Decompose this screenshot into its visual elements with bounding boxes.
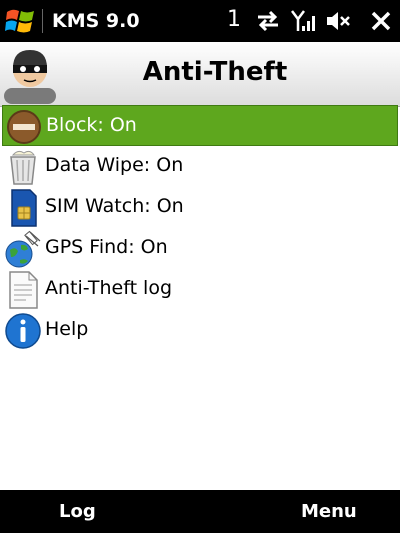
menu-item-gps-find[interactable]: GPS Find: On [0, 228, 400, 269]
menu-softkey[interactable]: Menu [301, 501, 357, 522]
status-bar: KMS 9.0 1 [0, 0, 400, 42]
app-title: KMS 9.0 [52, 10, 140, 32]
page-header: Anti-Theft [0, 42, 400, 107]
log-softkey[interactable]: Log [59, 501, 96, 522]
menu-item-sim-watch[interactable]: SIM Watch: On [0, 187, 400, 228]
menu-item-label: Help [45, 318, 89, 340]
trash-icon [10, 150, 36, 185]
menu-item-block[interactable]: Block: On [2, 105, 398, 146]
block-icon [7, 110, 41, 144]
menu-item-label: SIM Watch: On [45, 195, 184, 217]
page-title: Anti-Theft [142, 57, 288, 87]
close-icon[interactable] [368, 9, 394, 33]
menu-item-help[interactable]: Help [0, 310, 400, 351]
menu-item-data-wipe[interactable]: Data Wipe: On [0, 146, 400, 187]
menu-item-label: Data Wipe: On [45, 154, 184, 176]
info-icon [5, 313, 41, 349]
menu-item-anti-theft-log[interactable]: Anti-Theft log [0, 269, 400, 310]
notification-count[interactable]: 1 [227, 7, 241, 32]
signal-icon[interactable] [290, 9, 316, 33]
globe-satellite-icon [5, 230, 41, 268]
sync-arrows-icon[interactable] [255, 9, 281, 33]
document-icon [9, 271, 38, 309]
status-separator [42, 9, 43, 33]
menu-item-label: Anti-Theft log [45, 277, 173, 299]
windows-start-icon[interactable] [5, 6, 37, 36]
menu-item-label: Block: On [46, 114, 137, 136]
sim-card-icon [11, 189, 37, 227]
menu-item-label: GPS Find: On [45, 236, 168, 258]
volume-mute-icon[interactable] [325, 9, 351, 33]
softkey-bar: Log Menu [0, 490, 400, 533]
menu-list: Block: On Data Wipe: On SIM Watch: On GP… [0, 105, 400, 351]
